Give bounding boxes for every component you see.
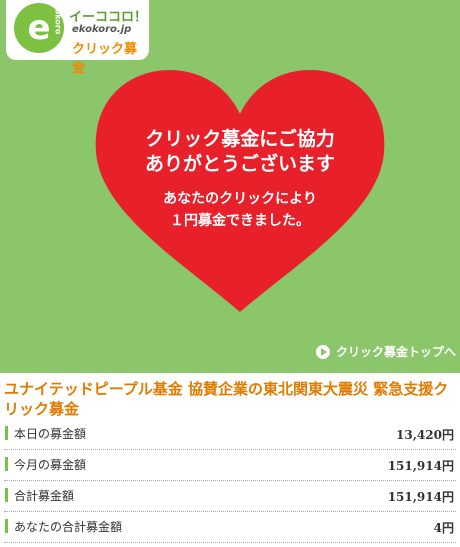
stat-marker <box>5 426 8 440</box>
stat-label: 本日の募金額 <box>14 427 87 441</box>
stat-row-yours: あなたの合計募金額 4円 <box>4 516 456 543</box>
stat-marker <box>5 488 8 502</box>
stat-value: 151,914円 <box>387 490 454 504</box>
stat-marker <box>5 457 8 471</box>
logo-url: ekokoro.jp <box>72 24 132 35</box>
donation-message: あなたのクリックにより １円募金できました。 <box>92 188 388 232</box>
logo-name: イーココロ！ <box>69 10 148 25</box>
stat-value: 13,420円 <box>396 428 454 442</box>
donation-line2: １円募金できました。 <box>170 213 310 229</box>
play-arrow-icon <box>315 344 330 359</box>
thank-you-banner: e kokoro イーココロ！ ekokoro.jp クリック募金 クリック募金… <box>0 0 460 373</box>
stat-row-today: 本日の募金額 13,420円 <box>4 423 456 450</box>
thank-you-message: クリック募金にご協力 ありがとうございます <box>92 127 388 177</box>
stat-marker <box>5 519 8 533</box>
thank-you-line2: ありがとうございます <box>144 153 335 175</box>
ekokoro-logo[interactable]: e kokoro イーココロ！ ekokoro.jp クリック募金 <box>6 0 149 76</box>
click-donation-top-link[interactable]: クリック募金トップへ <box>315 343 456 360</box>
donation-stats: 本日の募金額 13,420円 今月の募金額 151,914円 合計募金額 151… <box>4 423 456 543</box>
stat-value: 151,914円 <box>387 459 454 473</box>
stat-row-month: 今月の募金額 151,914円 <box>4 454 456 481</box>
stat-label: あなたの合計募金額 <box>14 520 123 534</box>
stat-row-total: 合計募金額 151,914円 <box>4 485 456 512</box>
stat-label: 今月の募金額 <box>14 458 87 472</box>
donation-line1: あなたのクリックにより <box>163 191 317 207</box>
stat-label: 合計募金額 <box>14 489 75 503</box>
campaign-title[interactable]: ユナイテッドピープル基金 協賛企業の東北関東大震災 緊急支援クリック募金 <box>4 379 456 419</box>
top-link-label[interactable]: クリック募金トップへ <box>336 343 456 360</box>
thank-you-line1: クリック募金にご協力 <box>145 128 335 150</box>
stat-value: 4円 <box>433 521 454 535</box>
logo-mark-icon: e kokoro <box>14 3 64 53</box>
